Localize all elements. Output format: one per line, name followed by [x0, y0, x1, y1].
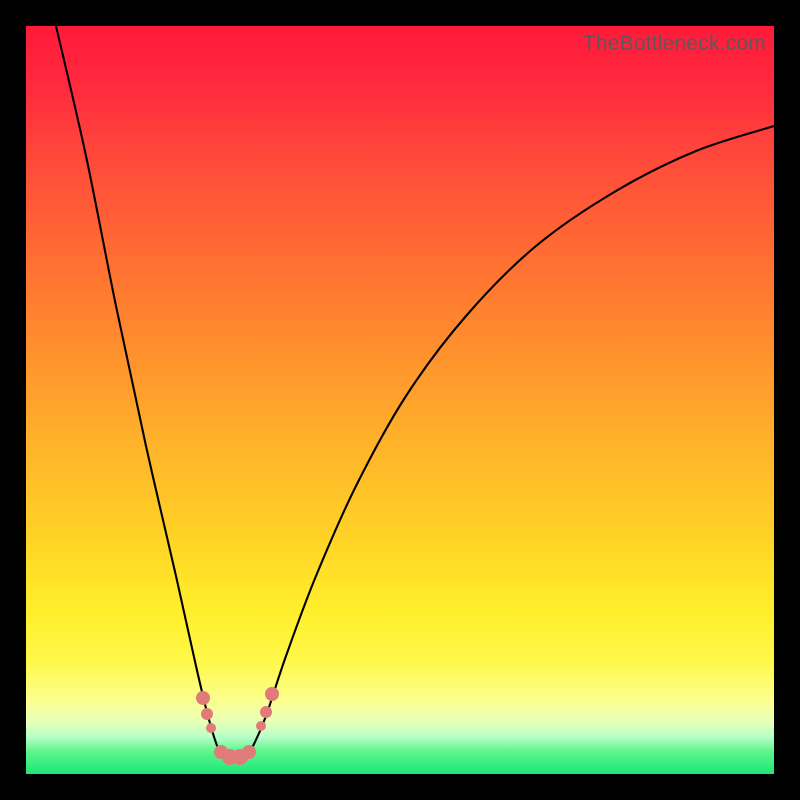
bead-marker — [196, 691, 210, 705]
bead-marker — [260, 706, 272, 718]
bottleneck-curve — [56, 26, 774, 760]
bead-group — [196, 687, 279, 765]
bead-marker — [206, 723, 216, 733]
plot-area: TheBottleneck.com — [26, 26, 774, 774]
bead-marker — [256, 721, 266, 731]
curve-layer — [26, 26, 774, 774]
bead-marker — [265, 687, 279, 701]
bead-marker — [201, 708, 213, 720]
bead-marker — [242, 745, 256, 759]
chart-frame: TheBottleneck.com — [0, 0, 800, 800]
